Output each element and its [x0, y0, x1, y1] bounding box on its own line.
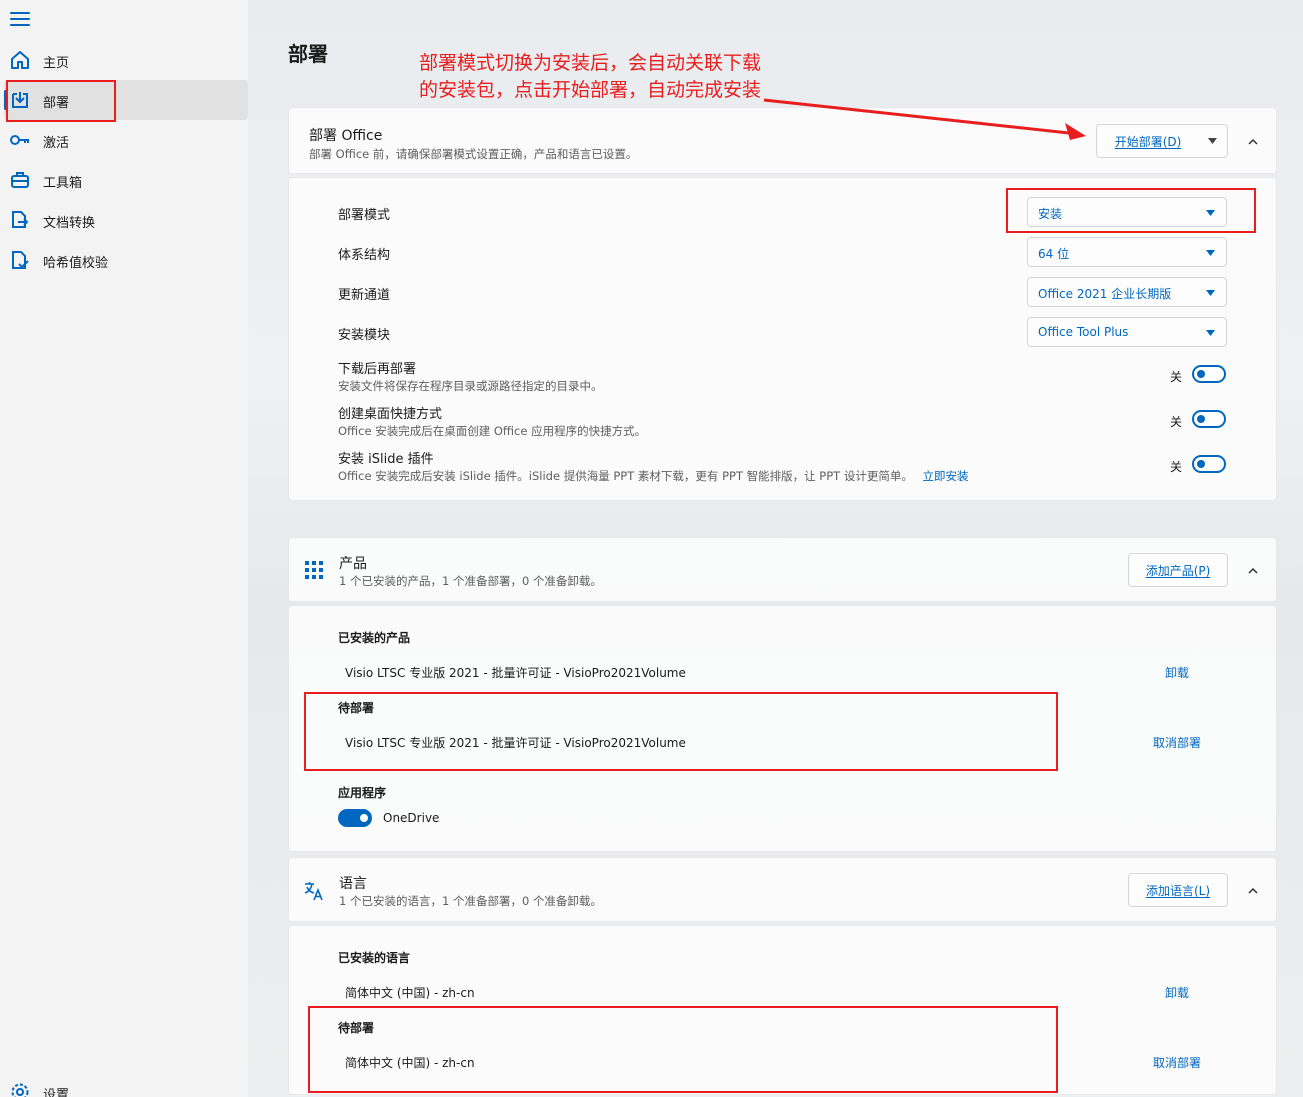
chevron-down-icon — [1206, 290, 1215, 296]
hash-check-icon — [9, 249, 31, 271]
installed-language-item: 简体中文 (中国) - zh-cn — [345, 986, 475, 1000]
cancel-deploy-language-link[interactable]: 取消部署 — [1153, 1054, 1201, 1071]
installed-products-title: 已安装的产品 — [338, 631, 411, 645]
update-channel-label: 更新通道 — [338, 288, 391, 303]
chevron-up-icon[interactable] — [1247, 885, 1259, 897]
chevron-down-icon — [1208, 138, 1217, 144]
start-deploy-label: 开始部署(D) — [1114, 134, 1182, 149]
onedrive-toggle[interactable] — [338, 809, 372, 827]
applications-title: 应用程序 — [338, 786, 387, 800]
sidebar-item-settings[interactable]: 设置 — [4, 1072, 248, 1097]
add-product-label: 添加产品(P) — [1145, 563, 1211, 578]
deploy-mode-label: 部署模式 — [338, 208, 391, 223]
desktop-shortcut-label: 创建桌面快捷方式 — [338, 407, 443, 422]
languages-title: 语言 — [339, 876, 367, 892]
page-title: 部署 — [288, 42, 328, 66]
architecture-label: 体系结构 — [338, 248, 391, 263]
sidebar-item-toolbox[interactable]: 工具箱 — [4, 160, 248, 200]
install-module-label: 安装模块 — [338, 328, 391, 343]
grid-apps-icon — [305, 561, 323, 579]
sidebar-item-activate[interactable]: 激活 — [4, 120, 248, 160]
deploy-card-title: 部署 Office — [309, 128, 383, 144]
install-module-value: Office Tool Plus — [1038, 325, 1129, 339]
sidebar-item-home[interactable]: 主页 — [4, 40, 248, 80]
home-icon — [9, 49, 31, 71]
chevron-down-icon — [1206, 250, 1215, 256]
sidebar-item-label: 文档转换 — [43, 216, 96, 231]
download-then-deploy-toggle[interactable] — [1192, 365, 1226, 383]
highlight-box-deploy-nav — [6, 80, 116, 122]
desktop-shortcut-desc: Office 安装完成后在桌面创建 Office 应用程序的快捷方式。 — [338, 424, 647, 438]
products-subtitle: 1 个已安装的产品，1 个准备部署，0 个准备卸载。 — [339, 574, 602, 588]
gear-icon — [9, 1081, 31, 1097]
islide-plugin-label: 安装 iSlide 插件 — [338, 452, 434, 467]
chevron-up-icon[interactable] — [1247, 565, 1259, 577]
annotation-text: 部署模式切换为安装后，会自动关联下载的安装包，点击开始部署，自动完成安装 — [419, 52, 762, 101]
install-now-link[interactable]: 立即安装 — [922, 469, 968, 483]
desktop-shortcut-toggle[interactable] — [1192, 410, 1226, 428]
annotation-arrow-icon — [763, 98, 1086, 140]
uninstall-product-link[interactable]: 卸载 — [1165, 664, 1189, 681]
highlight-box-deploy-mode — [1006, 188, 1256, 233]
deploy-card-subtitle: 部署 Office 前，请确保部署模式设置正确，产品和语言已设置。 — [309, 147, 638, 161]
chevron-down-icon — [1206, 330, 1215, 336]
uninstall-language-link[interactable]: 卸载 — [1165, 984, 1189, 1001]
sidebar-item-label: 设置 — [43, 1088, 70, 1097]
add-product-button[interactable]: 添加产品(P) — [1128, 553, 1228, 587]
sidebar-item-hash-check[interactable]: 哈希值校验 — [4, 240, 248, 280]
download-then-deploy-desc: 安装文件将保存在程序目录或源路径指定的目录中。 — [338, 379, 603, 393]
installed-product-item: Visio LTSC 专业版 2021 - 批量许可证 - VisioPro20… — [345, 666, 686, 680]
translate-icon — [304, 882, 323, 901]
sidebar-item-label: 主页 — [43, 56, 70, 71]
toggle-state-text: 关 — [1170, 370, 1183, 384]
add-language-button[interactable]: 添加语言(L) — [1128, 873, 1228, 907]
key-icon — [9, 129, 31, 151]
highlight-box-pending-products — [304, 692, 1058, 771]
toggle-state-text: 关 — [1170, 415, 1183, 429]
toggle-state-text: 关 — [1170, 460, 1183, 474]
installed-languages-title: 已安装的语言 — [338, 951, 411, 965]
onedrive-label: OneDrive — [383, 811, 440, 825]
sidebar-item-label: 工具箱 — [43, 176, 83, 191]
cancel-deploy-product-link[interactable]: 取消部署 — [1153, 734, 1201, 751]
document-convert-icon — [9, 209, 31, 231]
sidebar-item-label: 哈希值校验 — [43, 256, 109, 271]
islide-plugin-desc: Office 安装完成后安装 iSlide 插件。iSlide 提供海量 PPT… — [338, 468, 968, 484]
languages-subtitle: 1 个已安装的语言，1 个准备部署，0 个准备卸载。 — [339, 894, 602, 908]
languages-card-header: 语言 1 个已安装的语言，1 个准备部署，0 个准备卸载。 添加语言(L) — [288, 857, 1277, 922]
menu-icon[interactable] — [10, 12, 30, 30]
products-card-header: 产品 1 个已安装的产品，1 个准备部署，0 个准备卸载。 添加产品(P) — [288, 537, 1277, 602]
highlight-box-pending-languages — [308, 1006, 1058, 1093]
add-language-label: 添加语言(L) — [1145, 883, 1211, 898]
toolbox-icon — [9, 169, 31, 191]
update-channel-value: Office 2021 企业长期版 — [1038, 287, 1172, 301]
products-title: 产品 — [339, 556, 367, 572]
islide-plugin-toggle[interactable] — [1192, 455, 1226, 473]
download-then-deploy-label: 下载后再部署 — [338, 362, 417, 377]
start-deploy-button[interactable]: 开始部署(D) — [1096, 124, 1228, 158]
islide-plugin-desc-text: Office 安装完成后安装 iSlide 插件。iSlide 提供海量 PPT… — [338, 469, 913, 483]
sidebar: 主页 部署 激活 工具箱 文档转换 哈希值校验 设置 — [0, 0, 248, 1097]
chevron-up-icon[interactable] — [1247, 136, 1259, 148]
sidebar-item-document-convert[interactable]: 文档转换 — [4, 200, 248, 240]
update-channel-select[interactable]: Office 2021 企业长期版 — [1027, 277, 1227, 307]
sidebar-item-label: 激活 — [43, 136, 70, 151]
architecture-select[interactable]: 64 位 — [1027, 237, 1227, 267]
architecture-value: 64 位 — [1038, 247, 1070, 261]
install-module-select[interactable]: Office Tool Plus — [1027, 317, 1227, 347]
